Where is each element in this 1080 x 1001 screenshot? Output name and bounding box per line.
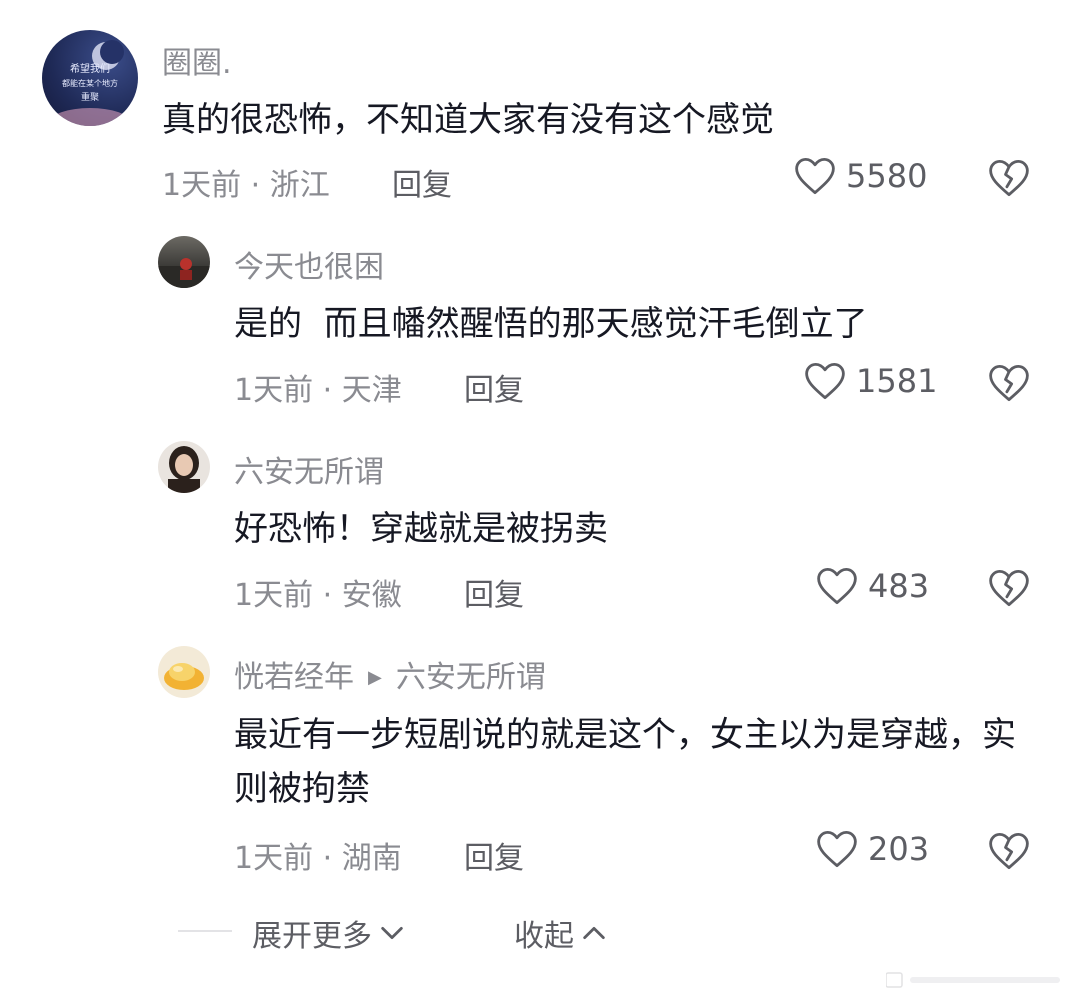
comment-username[interactable]: 恍若经年 ▶ 六安无所谓 [234,652,546,696]
reply-to-username[interactable]: 六安无所谓 [396,660,546,695]
comment-content: 好恐怖！穿越就是被拐卖 [234,509,608,549]
expand-more-label: 展开更多 [252,919,372,954]
svg-text:重聚: 重聚 [81,91,99,103]
like-button[interactable]: 203 [816,829,929,869]
broken-heart-icon [989,569,1029,607]
broken-heart-icon [989,159,1029,197]
comment-content: 最近有一步短剧说的就是这个，女主以为是穿越，实则被拘禁 [234,715,1016,809]
reply-button[interactable]: 回复 [464,833,524,877]
like-count: 1581 [856,362,938,400]
comment-username[interactable]: 六安无所谓 [234,447,384,491]
dislike-button[interactable] [988,363,1030,407]
collapse-label: 收起 [514,919,574,954]
username-text[interactable]: 恍若经年 [234,660,354,695]
comment-meta: 1天前 · 浙江 [162,168,330,203]
reply-item: 六安无所谓 好恐怖！穿越就是被拐卖 1天前 · 安徽 回复 483 [0,425,1080,630]
avatar[interactable] [158,646,210,698]
watermark [885,969,1066,991]
svg-text:都能在某个地方: 都能在某个地方 [62,78,118,88]
reply-item: 恍若经年 ▶ 六安无所谓 最近有一步短剧说的就是这个，女主以为是穿越，实则被拘禁 1… [0,630,1080,890]
avatar[interactable] [158,236,210,288]
like-button[interactable]: 5580 [794,156,927,196]
comment-meta: 1天前 · 天津 [234,373,402,408]
comment-item: 希望我们 都能在某个地方 重聚 圈圈. 真的很恐怖，不知道大家有没有这个感觉 1… [0,0,1080,220]
comment-meta: 1天前 · 安徽 [234,578,402,613]
collapse-button[interactable]: 收起 [514,911,608,955]
comment-content: 是的 而且幡然醒悟的那天感觉汗毛倒立了 [234,304,868,344]
comment-content: 真的很恐怖，不知道大家有没有这个感觉 [162,100,774,140]
heart-outline-icon [817,830,857,868]
reply-button[interactable]: 回复 [464,365,524,409]
reply-item: 今天也很困 是的 而且幡然醒悟的那天感觉汗毛倒立了 1天前 · 天津 回复 15… [0,220,1080,425]
like-count: 483 [868,567,930,605]
avatar[interactable] [158,441,210,493]
triangle-right-icon: ▶ [368,667,382,688]
chevron-up-icon [583,926,605,940]
comment-meta: 1天前 · 湖南 [234,841,402,876]
avatar-image [158,258,210,288]
dislike-button[interactable] [988,158,1030,202]
dislike-button[interactable] [988,831,1030,875]
svg-text:希望我们: 希望我们 [70,62,110,75]
like-button[interactable]: 1581 [804,361,937,401]
heart-outline-icon [817,567,857,605]
dislike-button[interactable] [988,568,1030,612]
chevron-down-icon [381,926,403,940]
avatar-image [164,663,204,690]
broken-heart-icon [989,832,1029,870]
reply-button[interactable]: 回复 [392,160,452,204]
divider [178,930,232,932]
avatar[interactable]: 希望我们 都能在某个地方 重聚 [42,30,138,126]
reply-button[interactable]: 回复 [464,570,524,614]
replies-footer: 展开更多 收起 [0,905,1080,965]
avatar-image [168,446,200,493]
heart-outline-icon [805,362,845,400]
comment-username[interactable]: 圈圈. [162,38,232,82]
like-count: 5580 [846,157,928,195]
like-count: 203 [868,830,930,868]
avatar-image: 希望我们 都能在某个地方 重聚 [50,40,130,126]
like-button[interactable]: 483 [816,566,929,606]
broken-heart-icon [989,364,1029,402]
comment-username[interactable]: 今天也很困 [234,242,384,286]
expand-more-button[interactable]: 展开更多 [252,911,406,955]
heart-outline-icon [795,157,835,195]
watermark-image [885,972,1060,988]
